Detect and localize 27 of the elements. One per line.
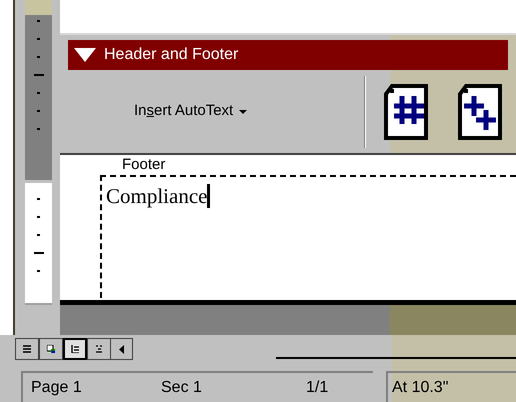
footer-text: Compliance (106, 183, 208, 209)
footer-label: Footer (122, 155, 166, 175)
text-cursor (207, 184, 210, 208)
cursor-position: At 10.3" (392, 378, 448, 398)
view-button[interactable] (87, 338, 111, 360)
scroll-left-button[interactable] (111, 338, 133, 360)
page-count: 1/1 (306, 378, 328, 398)
view-button[interactable] (39, 338, 63, 360)
left-arrow-icon (119, 344, 124, 354)
outline-view-icon (95, 345, 103, 353)
normal-view-icon (23, 345, 31, 353)
section-indicator: Sec 1 (161, 378, 203, 398)
insert-autotext-button[interactable]: Insert AutoText (134, 100, 324, 123)
print-layout-icon (71, 345, 79, 353)
collapse-triangle-icon (74, 48, 96, 62)
toolbar-title-bar[interactable]: Header and Footer (68, 40, 508, 70)
web-view-icon (47, 345, 55, 353)
horizontal-scrollbar[interactable] (276, 357, 516, 359)
page-count-icon[interactable] (458, 84, 504, 140)
page-number-icon[interactable] (384, 84, 430, 140)
toolbar-title: Header and Footer (104, 45, 238, 65)
footer-area[interactable]: Compliance (100, 175, 516, 298)
view-button[interactable] (15, 338, 39, 360)
caret-icon (239, 110, 248, 114)
view-button[interactable] (63, 338, 87, 360)
page-indicator: Page 1 (31, 378, 83, 398)
ruler-corner (25, 0, 52, 15)
